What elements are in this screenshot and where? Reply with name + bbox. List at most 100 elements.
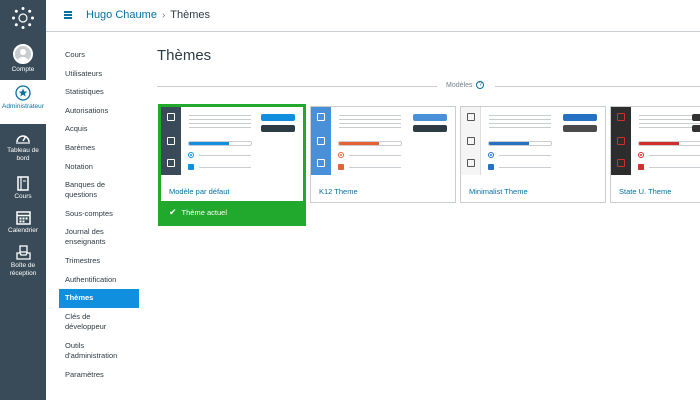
nav-inbox-label: Boîte de réception [9,262,37,277]
theme-nav-strip [461,107,481,175]
secondary-button-swatch [413,125,447,132]
avatar [13,44,33,64]
breadcrumb-account-link[interactable]: Hugo Chaume [86,9,157,21]
nav-courses-label: Cours [14,193,32,200]
account-icon [167,113,175,121]
checkbox-line [199,167,251,168]
radio-swatch [638,152,644,158]
nav-account[interactable]: Compte [0,44,46,74]
canvas-logo-icon[interactable] [11,6,35,30]
checkbox-swatch [188,164,194,170]
secondary-button-swatch [692,125,700,132]
calendar-icon [15,211,31,225]
radio-line [199,155,251,156]
subnav-item-settings[interactable]: Paramètres [59,368,139,381]
progress-bar [188,141,252,146]
account-icon [467,113,475,121]
calendar-icon [467,137,475,145]
subnav-item-teacher-log[interactable]: Journal des enseignants [59,225,139,248]
progress-bar [338,141,402,146]
subnav-item-outcomes[interactable]: Acquis [59,122,139,135]
subnav-item-admin-tools[interactable]: Outils d'administration [59,339,139,362]
section-divider-right [495,86,700,87]
theme-name[interactable]: State U. Theme [619,187,671,196]
primary-button-swatch [563,114,597,121]
breadcrumb-current: Thèmes [170,9,211,21]
calendar-icon [617,137,625,145]
radio-line [499,155,551,156]
inbox-icon [467,159,475,167]
subnav-item-question-banks[interactable]: Banques de questions [59,178,139,201]
text-lines [339,115,401,131]
checkbox-swatch [638,164,644,170]
theme-card-default[interactable]: Modèle par défaut ✔ Thème actuel [158,104,306,226]
dashboard-gauge-icon [16,135,30,144]
theme-name[interactable]: Minimalist Theme [469,187,528,196]
hamburger-menu-icon[interactable] [64,11,72,19]
theme-nav-strip [311,107,331,175]
theme-nav-strip [611,107,631,175]
nav-account-label: Compte [11,66,35,73]
progress-bar [488,141,552,146]
book-icon [17,176,29,191]
radio-line [649,155,700,156]
breadcrumb: Hugo Chaume › Thèmes [86,9,210,21]
shield-star-icon [15,85,31,101]
checkbox-swatch [488,164,494,170]
primary-button-swatch [692,114,700,121]
primary-button-swatch [413,114,447,121]
nav-inbox[interactable]: Boîte de réception [0,245,46,278]
primary-button-swatch [261,114,295,121]
checkmark-icon: ✔ [169,206,177,217]
help-icon[interactable]: ? [476,81,485,89]
progress-bar [638,141,700,146]
nav-dashboard-label: Tableau de bord [7,147,39,162]
checkbox-swatch [338,164,344,170]
inbox-icon [617,159,625,167]
subnav-item-courses[interactable]: Cours [59,48,139,61]
theme-preview [461,107,605,175]
account-icon [317,113,325,121]
secondary-button-swatch [261,125,295,132]
nav-admin-label: Administrateur [2,103,44,110]
text-lines [189,115,251,131]
theme-card-k12[interactable]: K12 Theme [310,106,456,203]
subnav-item-authentication[interactable]: Authentification [59,273,139,286]
subnav-item-users[interactable]: Utilisateurs [59,67,139,80]
theme-card-state-u[interactable]: State U. Theme [610,106,700,203]
theme-preview [611,107,700,175]
secondary-button-swatch [563,125,597,132]
templates-section-label: Modèles ? [446,81,485,89]
global-nav: Compte Administrateur Tableau de bord Co… [0,0,46,400]
chevron-right-icon: › [161,9,166,21]
subnav-item-sub-accounts[interactable]: Sous-comptes [59,207,139,220]
theme-card-minimalist[interactable]: Minimalist Theme [460,106,606,203]
current-theme-label: Thème actuel [181,207,227,217]
checkbox-line [499,167,551,168]
current-theme-badge: ✔ Thème actuel [161,201,303,223]
subnav-item-statistics[interactable]: Statistiques [59,85,139,98]
section-divider-left [157,86,437,87]
theme-preview [161,107,303,175]
nav-calendar[interactable]: Calendrier [0,210,46,235]
subnav-item-developer-keys[interactable]: Clés de développeur [59,310,139,333]
radio-swatch [488,152,494,158]
page-header: Hugo Chaume › Thèmes [46,0,700,32]
templates-heading: Modèles [446,81,473,89]
text-lines [639,115,700,131]
theme-name[interactable]: K12 Theme [319,187,358,196]
account-icon [617,113,625,121]
nav-dashboard[interactable]: Tableau de bord [0,131,46,163]
subnav-item-terms[interactable]: Trimestres [59,254,139,267]
calendar-icon [317,137,325,145]
subnav-item-rubrics[interactable]: Barèmes [59,141,139,154]
text-lines [489,115,551,131]
subnav-item-themes[interactable]: Thèmes [59,289,139,308]
nav-courses[interactable]: Cours [0,176,46,201]
radio-swatch [188,152,194,158]
inbox-icon [167,159,175,167]
subnav-item-grading[interactable]: Notation [59,160,139,173]
theme-name[interactable]: Modèle par défaut [169,187,229,196]
nav-admin[interactable]: Administrateur [0,80,46,124]
subnav-item-permissions[interactable]: Autorisations [59,104,139,117]
